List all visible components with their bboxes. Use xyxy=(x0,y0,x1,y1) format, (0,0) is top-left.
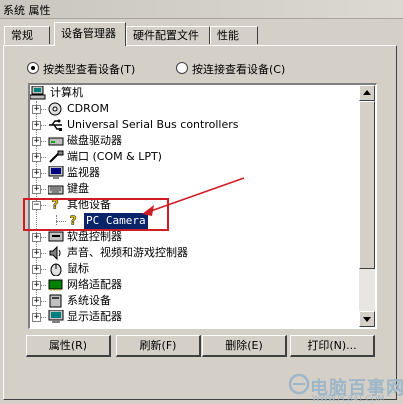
tree-scrollbar[interactable] xyxy=(359,85,375,327)
tree-item-label: 系统设备 xyxy=(67,294,111,307)
expand-toggle[interactable]: + xyxy=(32,105,41,114)
tree-item-label: 软盘控制器 xyxy=(67,230,122,243)
view-by-type-label: 按类型查看设备(T) xyxy=(43,63,136,76)
display-adapter-icon xyxy=(48,310,64,323)
tab-general-label: 常规 xyxy=(11,29,33,42)
scroll-down-button[interactable] xyxy=(359,311,375,327)
computer-icon xyxy=(30,86,46,100)
tree-item-mice[interactable]: + 鼠标 xyxy=(30,261,330,277)
expand-toggle[interactable]: + xyxy=(32,281,41,290)
disk-drive-icon xyxy=(48,137,64,146)
watermark-url: WWW.PC841.COM xyxy=(312,394,385,403)
port-icon xyxy=(49,150,64,163)
tree-item-label: 显示适配器 xyxy=(67,310,122,323)
tree-item-ports[interactable]: + 端口 (COM & LPT) xyxy=(30,149,330,165)
tree-item-label: CDROM xyxy=(67,102,109,115)
monitor-icon xyxy=(48,166,64,179)
expand-toggle[interactable]: + xyxy=(32,137,41,146)
tree-item-system-devices[interactable]: + 系统设备 xyxy=(30,293,330,309)
expand-toggle[interactable]: + xyxy=(32,121,41,130)
expand-toggle[interactable]: + xyxy=(32,313,41,322)
tree-item-usb[interactable]: + Universal Serial Bus controllers xyxy=(30,117,330,133)
expand-toggle[interactable]: + xyxy=(32,233,41,242)
tab-device-manager-label: 设备管理器 xyxy=(61,27,116,40)
tab-performance-label: 性能 xyxy=(217,29,239,42)
remove-button[interactable]: 删除(E) xyxy=(202,335,287,357)
watermark-logo-icon xyxy=(288,373,310,395)
tab-device-manager[interactable]: 设备管理器 xyxy=(54,22,126,46)
refresh-button[interactable]: 刷新(F) xyxy=(116,335,201,357)
tree-item-disk-drives[interactable]: + 磁盘驱动器 xyxy=(30,133,330,149)
tree-root-label: 计算机 xyxy=(50,86,83,99)
scroll-up-button[interactable] xyxy=(359,85,375,101)
view-by-connection-label: 按连接查看设备(C) xyxy=(192,63,286,76)
window-title: 系统 属性 xyxy=(3,4,51,17)
tree-item-display-adapters[interactable]: + 显示适配器 xyxy=(30,309,330,325)
expand-toggle[interactable]: + xyxy=(32,153,41,162)
tree-item-label: 网络适配器 xyxy=(67,278,122,291)
network-adapter-icon xyxy=(48,279,63,291)
tree-item-label: 端口 (COM & LPT) xyxy=(67,150,162,163)
annotation-arrow-icon xyxy=(142,177,245,216)
view-by-connection-radio[interactable] xyxy=(176,62,188,74)
tree-item-label: 磁盘驱动器 xyxy=(67,134,122,147)
usb-icon xyxy=(49,119,62,131)
tree-item-label: Universal Serial Bus controllers xyxy=(67,118,239,131)
tree-item-cdrom[interactable]: + CDROM xyxy=(30,101,330,117)
tree-item-label: 监视器 xyxy=(67,166,100,179)
tree-item-label: 键盘 xyxy=(67,182,89,195)
tree-item-label: 鼠标 xyxy=(67,262,89,275)
tree-item-sound-video-game[interactable]: + 声音、视频和游戏控制器 xyxy=(30,245,330,261)
system-device-icon xyxy=(49,294,62,308)
tab-hardware-profiles-label: 硬件配置文件 xyxy=(133,29,199,42)
expand-toggle[interactable]: + xyxy=(32,185,41,194)
expand-toggle[interactable]: + xyxy=(32,169,41,178)
expand-toggle[interactable]: + xyxy=(32,265,41,274)
expand-toggle[interactable]: + xyxy=(32,249,41,258)
floppy-controller-icon xyxy=(48,231,64,242)
keyboard-icon xyxy=(48,185,64,195)
tab-performance[interactable]: 性能 xyxy=(210,26,258,44)
tab-strip: 常规 设备管理器 硬件配置文件 性能 xyxy=(0,22,403,46)
expand-toggle[interactable]: + xyxy=(32,297,41,306)
tree-item-network-adapters[interactable]: + 网络适配器 xyxy=(30,277,330,293)
view-by-type-radio[interactable] xyxy=(27,62,39,74)
properties-button[interactable]: 属性(R) xyxy=(26,335,111,357)
tab-hardware-profiles[interactable]: 硬件配置文件 xyxy=(126,26,210,44)
title-bar: 系统 属性 xyxy=(0,0,403,19)
scroll-thumb[interactable] xyxy=(359,101,375,269)
tab-general[interactable]: 常规 xyxy=(4,26,50,44)
tree-item-label: 声音、视频和游戏控制器 xyxy=(67,246,188,259)
mouse-icon xyxy=(50,263,62,276)
print-button[interactable]: 打印(N)... xyxy=(290,335,375,357)
cdrom-icon xyxy=(48,102,62,116)
sound-icon xyxy=(49,246,61,260)
